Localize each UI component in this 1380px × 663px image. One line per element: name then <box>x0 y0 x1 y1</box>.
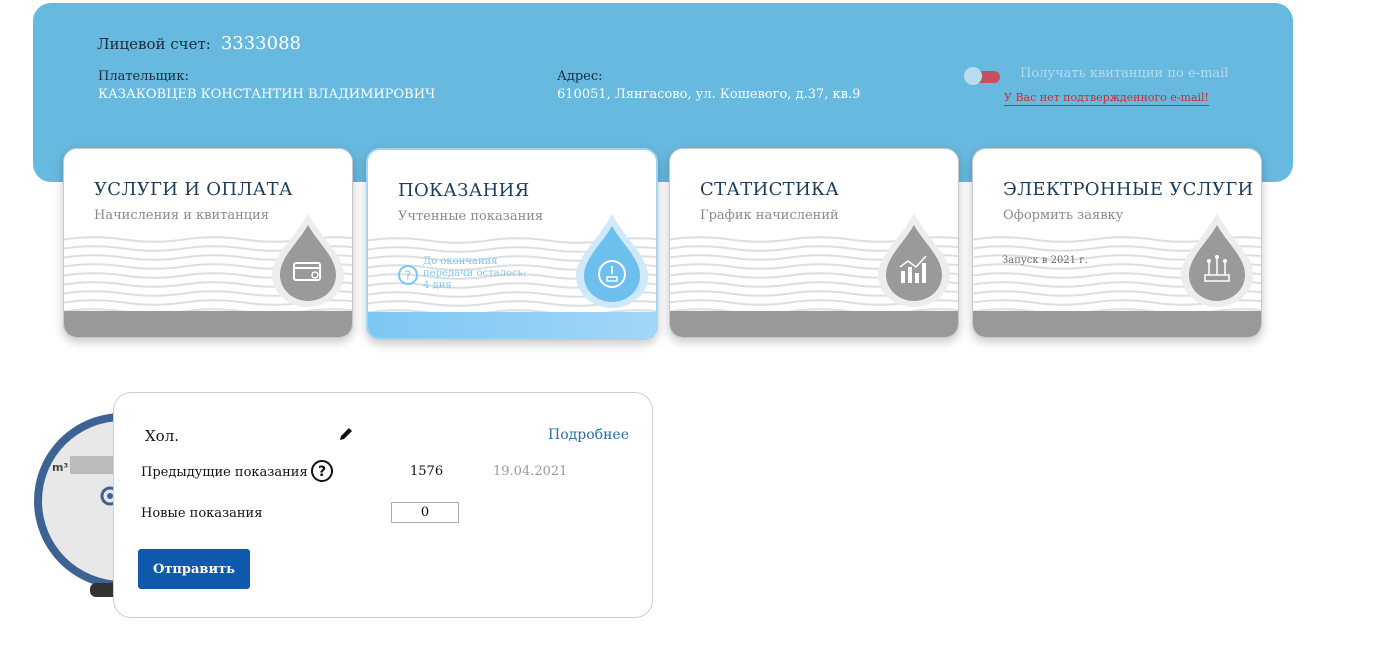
card-footer-bar <box>973 311 1261 337</box>
address-label: Адрес: <box>557 69 603 84</box>
card-subtitle: Оформить заявку <box>1003 208 1124 223</box>
card-footer-bar <box>64 311 352 337</box>
card-services-payment[interactable]: УСЛУГИ И ОПЛАТА Начисления и квитанция <box>63 148 353 338</box>
svg-text:?: ? <box>405 269 411 283</box>
help-question-icon[interactable]: ? <box>310 459 334 483</box>
details-link[interactable]: Подробнее <box>548 427 629 443</box>
deadline-note: До окончания передачи осталось: 4 дня <box>423 256 526 292</box>
edit-pencil-icon[interactable] <box>338 426 354 442</box>
card-title: ЭЛЕКТРОННЫЕ УСЛУГИ <box>1003 179 1254 200</box>
payer-name: КАЗАКОВЦЕВ КОНСТАНТИН ВЛАДИМИРОВИЧ <box>98 87 436 102</box>
svg-text:?: ? <box>318 464 326 480</box>
card-subtitle: График начислений <box>700 208 839 223</box>
circuit-icon <box>1181 213 1253 307</box>
card-readings[interactable]: ПОКАЗАНИЯ Учтенные показания ? До оконча… <box>366 148 658 340</box>
card-title: ПОКАЗАНИЯ <box>398 180 530 201</box>
card-e-services[interactable]: ЭЛЕКТРОННЫЕ УСЛУГИ Оформить заявку Запус… <box>972 148 1262 338</box>
card-statistics[interactable]: СТАТИСТИКА График начислений <box>669 148 959 338</box>
new-readings-label: Новые показания <box>141 506 263 521</box>
payment-card-icon <box>272 213 344 307</box>
email-toggle-label[interactable]: Получать квитанции по e-mail <box>1020 66 1228 81</box>
card-subtitle: Начисления и квитанция <box>94 208 269 223</box>
deadline-line: До окончания <box>423 256 498 267</box>
payer-block: Плательщик: КАЗАКОВЦЕВ КОНСТАНТИН ВЛАДИМ… <box>98 68 435 104</box>
account-row: Лицевой счет: 3333088 <box>97 33 301 54</box>
meter-name: Хол. <box>145 427 180 445</box>
chart-icon <box>878 213 950 307</box>
deadline-days: 4 дня <box>423 280 452 291</box>
previous-reading-value: 1576 <box>410 464 444 479</box>
address-block: Адрес: 610051, Лянгасово, ул. Кошевого, … <box>557 68 860 104</box>
card-title: СТАТИСТИКА <box>700 179 840 200</box>
account-label: Лицевой счет: <box>97 35 211 53</box>
previous-reading-date: 19.04.2021 <box>493 464 568 479</box>
address-value: 610051, Лянгасово, ул. Кошевого, д.37, к… <box>557 87 861 102</box>
deadline-line: передачи осталось: <box>423 268 527 279</box>
previous-readings-label: Предыдущие показания <box>141 465 308 480</box>
email-toggle[interactable] <box>964 67 1000 85</box>
card-footer-bar <box>670 311 958 337</box>
meter-unit: m³ <box>52 461 68 474</box>
gauge-icon <box>576 214 648 308</box>
account-number: 3333088 <box>220 33 301 54</box>
toggle-knob <box>964 67 982 85</box>
email-warning[interactable]: У Вас нет подтвержденного e-mail! <box>1004 91 1209 106</box>
card-footer-bar <box>368 312 656 338</box>
payer-label: Плательщик: <box>98 69 189 84</box>
info-question-icon[interactable]: ? <box>397 264 419 286</box>
new-reading-input[interactable] <box>391 502 459 523</box>
card-subtitle: Учтенные показания <box>398 209 544 224</box>
submit-button[interactable]: Отправить <box>138 549 250 589</box>
launch-note: Запуск в 2021 г. <box>1002 255 1088 266</box>
card-title: УСЛУГИ И ОПЛАТА <box>94 179 293 200</box>
